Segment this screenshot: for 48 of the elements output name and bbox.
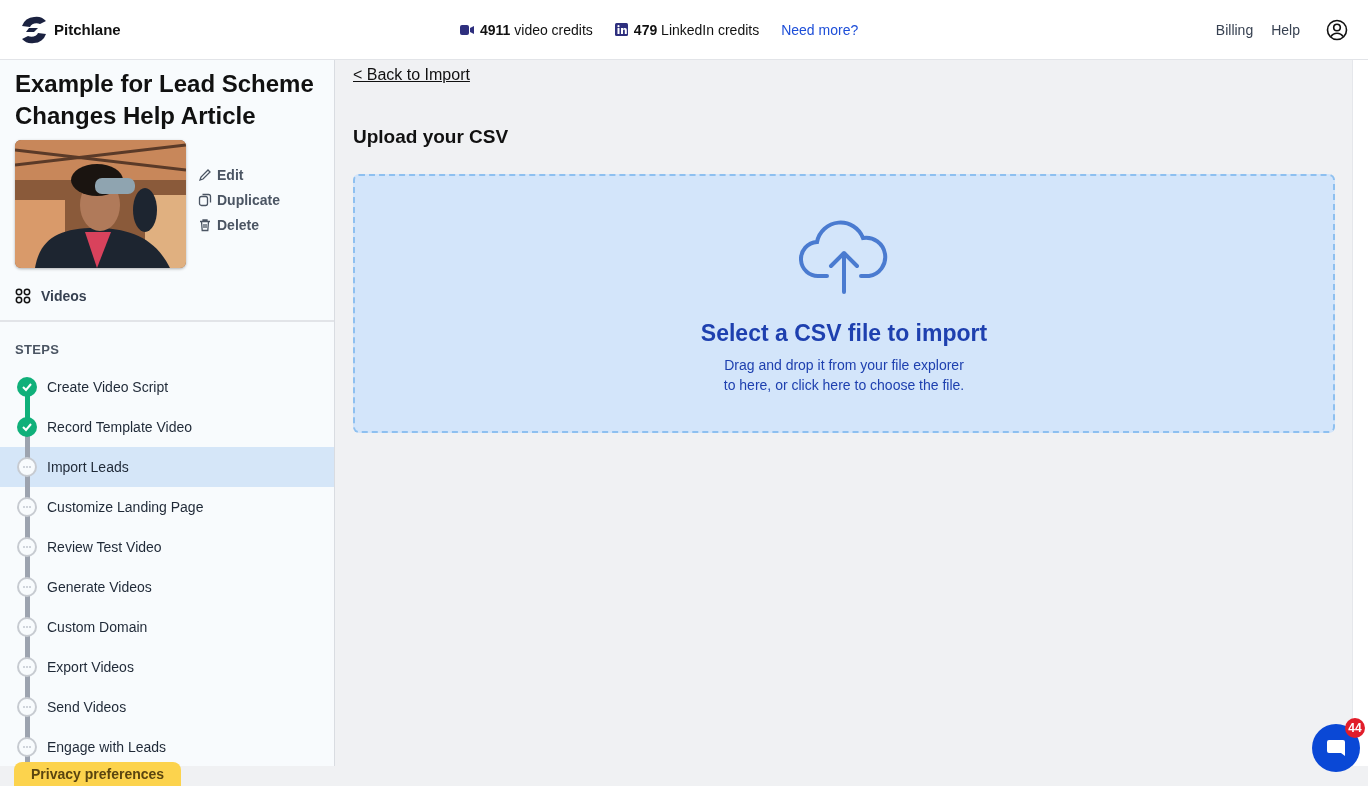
user-account-icon[interactable] (1326, 18, 1348, 41)
need-more-link[interactable]: Need more? (781, 21, 859, 38)
step-label: Generate Videos (47, 579, 152, 595)
step-label: Customize Landing Page (47, 499, 204, 515)
privacy-preferences-button[interactable]: Privacy preferences (14, 762, 182, 786)
notification-badge: 44 (1345, 718, 1365, 738)
credit-count: 479 LinkedIn credits (633, 21, 760, 38)
steps-heading: STEPS (14, 341, 61, 359)
step-item[interactable]: Generate Videos (0, 567, 334, 607)
pencil-icon (198, 168, 212, 182)
step-item[interactable]: Import Leads (0, 447, 334, 487)
step-label: Engage with Leads (47, 739, 167, 755)
nav-link[interactable]: Help (1271, 21, 1300, 38)
trash-icon (198, 218, 212, 232)
credit-count: 4911 video credits (480, 21, 593, 38)
dropzone[interactable]: Select a CSV file to import Drag and drop it from your file explorer to here, or click here to choose the file. (353, 174, 1335, 433)
step-item[interactable]: Customize Landing Page (0, 487, 334, 527)
chat-button[interactable] (1312, 724, 1360, 772)
step-label: Create Video Script (47, 379, 169, 395)
videos-link[interactable]: Videos (41, 288, 87, 304)
edit-button[interactable]: Edit (198, 167, 280, 183)
step-item[interactable]: Review Test Video (0, 527, 334, 567)
campaign-title: Example for Lead Scheme Changes Help Article (15, 69, 315, 131)
back-link[interactable]: < Back to Import (353, 66, 470, 83)
step-label: Review Test Video (47, 539, 162, 555)
step-item[interactable]: Create Video Script (0, 367, 334, 407)
step-item[interactable]: Export Videos (0, 647, 334, 687)
linkedin-icon (614, 23, 628, 36)
brand-name: Pitchlane (54, 21, 121, 38)
step-label: Import Leads (47, 459, 129, 475)
copy-icon (198, 193, 212, 207)
dropzone-title: Select a CSV file to import (700, 320, 988, 347)
step-label: Custom Domain (47, 619, 148, 635)
chat-bubble-icon (1325, 737, 1347, 759)
step-label: Send Videos (47, 699, 127, 715)
duplicate-button[interactable]: Duplicate (198, 192, 280, 208)
nav-link[interactable]: Billing (1215, 21, 1254, 38)
logo-icon (20, 15, 48, 44)
dropzone-hint: Drag and drop it from your file explorer to here, or click here to choose the file. (723, 356, 965, 395)
step-item[interactable]: Custom Domain (0, 607, 334, 647)
step-label: Export Videos (47, 659, 134, 675)
section-heading: Upload your CSV (353, 126, 510, 148)
step-item[interactable]: Send Videos (0, 687, 334, 727)
step-label: Record Template Video (47, 419, 193, 435)
video-camera-icon (460, 24, 474, 35)
grid-icon (15, 288, 31, 304)
delete-button[interactable]: Delete (198, 217, 280, 233)
step-item[interactable]: Record Template Video (0, 407, 334, 447)
